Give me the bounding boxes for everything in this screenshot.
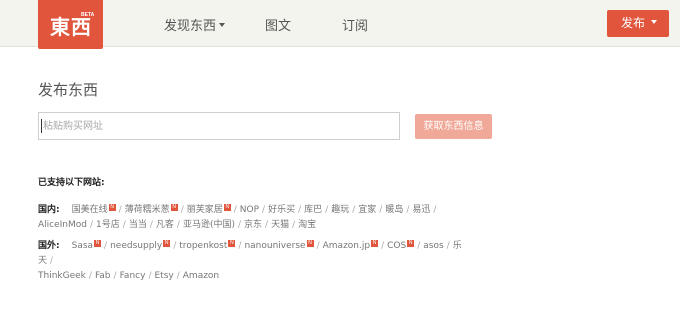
site-link[interactable]: 趣玩: [331, 205, 349, 215]
separator: /: [104, 241, 108, 251]
site-link[interactable]: Amazon.jp: [323, 241, 370, 251]
separator: /: [113, 271, 117, 281]
top-navbar: 東西 BETA 发现东西 图文 订阅 发布: [0, 0, 680, 49]
site-link[interactable]: asos: [423, 241, 443, 251]
site-link[interactable]: 天猫: [271, 220, 289, 230]
site-link[interactable]: Sasa: [72, 241, 93, 251]
new-badge-icon: N: [223, 204, 231, 211]
separator: /: [88, 271, 92, 281]
separator: /: [176, 220, 180, 230]
site-link[interactable]: 暖岛: [385, 205, 403, 215]
site-link[interactable]: 淘宝: [298, 220, 316, 230]
site-link[interactable]: 凡客: [156, 220, 174, 230]
separator: /: [265, 220, 269, 230]
separator: /: [298, 205, 302, 215]
beta-badge: BETA: [81, 12, 95, 18]
site-link[interactable]: AliceInMod: [38, 220, 87, 230]
separator: /: [316, 241, 320, 251]
fetch-info-button[interactable]: 获取东西信息: [415, 114, 492, 139]
separator: /: [379, 205, 383, 215]
site-link[interactable]: 当当: [129, 220, 147, 230]
domestic-sites: 国内: 国美在线 N / 薄荷糯米葱 N / 丽芙家居 N / NOP / 好乐买 / 库巴 / 趣玩 / 宜家 / 暖…: [38, 203, 468, 233]
separator: /: [122, 220, 126, 230]
new-badge-icon: N: [108, 204, 116, 211]
new-badge-icon: N: [306, 240, 314, 247]
site-link[interactable]: tropenkost: [179, 241, 227, 251]
site-link[interactable]: ThinkGeek: [38, 271, 86, 281]
site-link[interactable]: 易迅: [412, 205, 430, 215]
page-title: 发布东西: [38, 81, 99, 99]
separator: /: [352, 205, 356, 215]
separator: /: [325, 205, 329, 215]
site-link[interactable]: needsupply: [110, 241, 162, 251]
domestic-label: 国内:: [38, 205, 60, 215]
foreign-label: 国外:: [38, 241, 60, 251]
site-link[interactable]: 亚马逊(中国): [183, 220, 235, 230]
separator: /: [118, 205, 122, 215]
site-link[interactable]: 薄荷糯米葱: [125, 205, 170, 215]
site-link[interactable]: nanouniverse: [244, 241, 305, 251]
separator: /: [173, 241, 177, 251]
site-logo[interactable]: 東西 BETA: [38, 0, 103, 49]
site-link[interactable]: 库巴: [304, 205, 322, 215]
nav-subscribe[interactable]: 订阅: [342, 15, 368, 34]
site-link[interactable]: Fab: [95, 271, 111, 281]
site-link[interactable]: 京东: [244, 220, 262, 230]
site-link[interactable]: 好乐买: [268, 205, 295, 215]
separator: /: [176, 271, 180, 281]
site-link[interactable]: 国美在线: [72, 205, 108, 215]
caret-down-icon: [651, 19, 658, 24]
site-link[interactable]: Etsy: [154, 271, 173, 281]
text-cursor: [41, 119, 42, 133]
new-badge-icon: N: [371, 240, 379, 247]
site-link[interactable]: NOP: [240, 205, 259, 215]
publish-button[interactable]: 发布: [607, 10, 669, 37]
new-badge-icon: N: [94, 240, 102, 247]
separator: /: [233, 205, 237, 215]
separator: /: [381, 241, 385, 251]
site-link[interactable]: 丽芙家居: [187, 205, 223, 215]
site-link[interactable]: Amazon: [183, 271, 219, 281]
new-badge-icon: N: [170, 204, 178, 211]
site-link[interactable]: 宜家: [358, 205, 376, 215]
separator: /: [433, 205, 437, 215]
separator: /: [292, 220, 296, 230]
nav-tuwen[interactable]: 图文: [265, 15, 291, 34]
new-badge-icon: N: [407, 240, 415, 247]
foreign-sites: 国外: Sasa N / needsupply N / tropenkost N / nanouni…: [38, 239, 478, 284]
new-badge-icon: N: [228, 240, 236, 247]
separator: /: [90, 220, 94, 230]
supported-sites-title: 已支持以下网站:: [38, 178, 105, 188]
separator: /: [417, 241, 421, 251]
separator: /: [446, 241, 450, 251]
site-link[interactable]: Fancy: [120, 271, 146, 281]
separator: /: [238, 241, 242, 251]
separator: /: [148, 271, 152, 281]
nav-discover-label: 发现东西: [164, 19, 217, 34]
separator: /: [237, 220, 242, 230]
separator: /: [180, 205, 184, 215]
purchase-url-input[interactable]: [38, 112, 400, 140]
separator: /: [50, 256, 54, 266]
nav-discover-dropdown[interactable]: 发现东西: [164, 15, 226, 34]
site-link[interactable]: COS: [387, 241, 406, 251]
new-badge-icon: N: [163, 240, 171, 247]
separator: /: [406, 205, 410, 215]
caret-down-icon: [219, 22, 226, 27]
separator: /: [262, 205, 266, 215]
publish-label: 发布: [621, 16, 646, 30]
separator: /: [149, 220, 153, 230]
site-link[interactable]: 1号店: [96, 220, 120, 230]
